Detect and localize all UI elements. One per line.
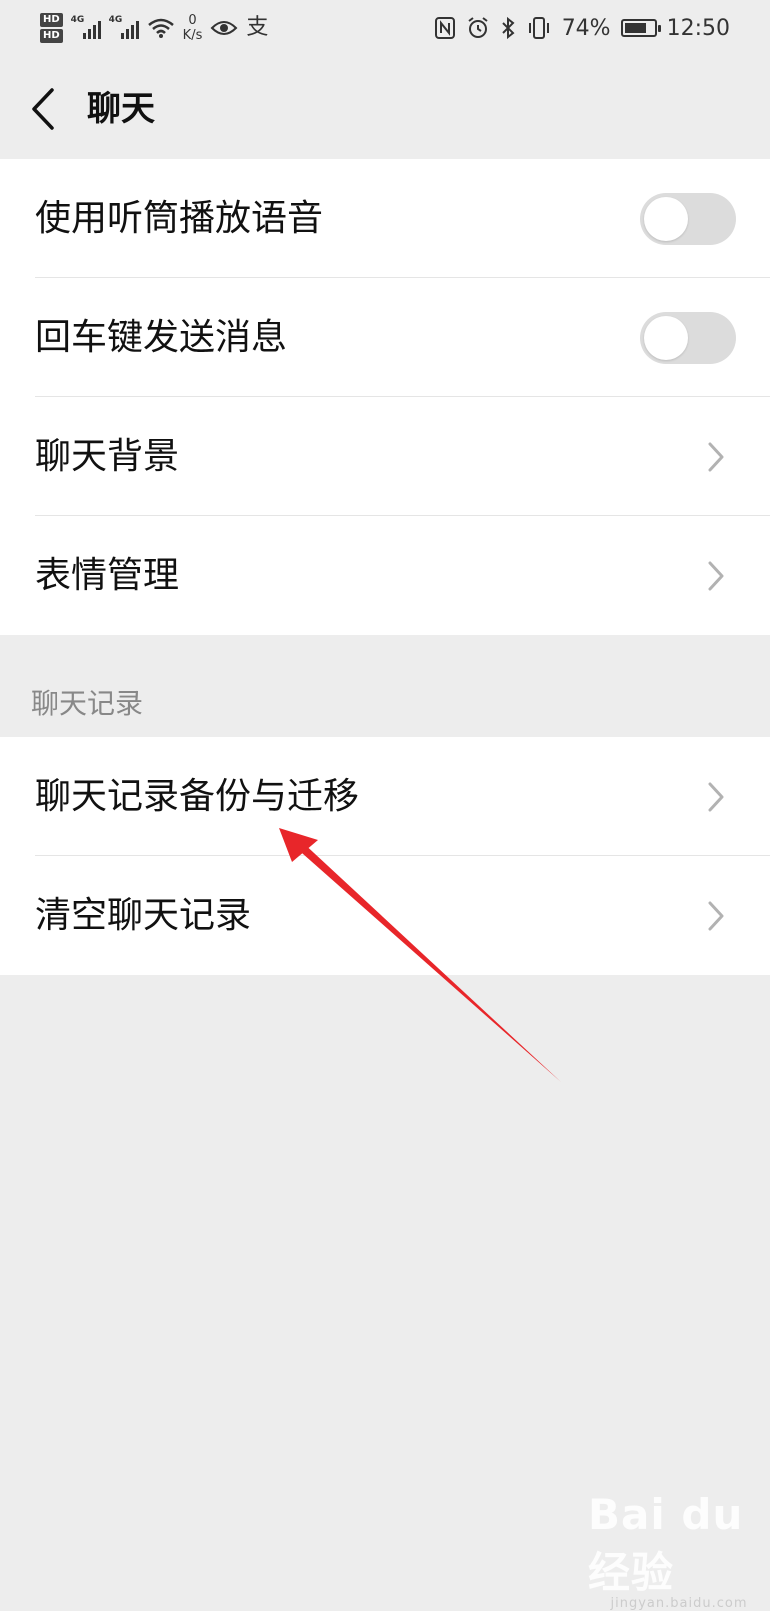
baidu-watermark: Bai du 经验 jingyan.baidu.com	[588, 1490, 770, 1611]
clock: 12:50	[666, 15, 730, 41]
battery-percent: 74%	[561, 15, 611, 41]
chevron-right-icon	[708, 561, 724, 591]
network-type-2: 4G	[108, 15, 123, 25]
hd-badge-2: HD	[40, 29, 63, 43]
setting-row-sticker-management[interactable]: 表情管理	[0, 516, 770, 635]
status-bar: HD HD 4G 4G 0 K/s 支 74% 12:50	[0, 0, 770, 58]
signal-1-icon: 4G	[70, 15, 101, 39]
network-speed: 0 K/s	[183, 13, 203, 43]
status-bar-left: HD HD 4G 4G 0 K/s 支	[40, 8, 268, 48]
section-title-chat-history: 聊天记录	[31, 687, 144, 720]
setting-label-enter-send: 回车键发送消息	[35, 317, 288, 358]
hd-indicators: HD HD	[40, 13, 63, 43]
hd-badge-1: HD	[40, 13, 63, 27]
setting-label-chat-background: 聊天背景	[35, 436, 180, 477]
settings-group-chat-history: 聊天记录备份与迁移 清空聊天记录	[0, 737, 770, 975]
setting-label-sticker-management: 表情管理	[35, 555, 180, 596]
eye-icon	[210, 21, 238, 35]
battery-icon	[620, 19, 661, 37]
vibrate-icon	[528, 17, 549, 39]
watermark-text: Bai du 经验	[588, 1490, 744, 1597]
setting-row-chat-background[interactable]: 聊天背景	[0, 397, 770, 516]
enter-send-toggle[interactable]	[640, 312, 736, 364]
setting-row-enter-send[interactable]: 回车键发送消息	[0, 278, 770, 397]
network-type-1: 4G	[70, 15, 85, 25]
chevron-right-icon	[708, 782, 724, 812]
toggle-knob	[644, 316, 688, 360]
network-speed-value: 0	[188, 13, 197, 28]
alipay-icon: 支	[246, 15, 269, 40]
nfc-icon	[434, 17, 455, 39]
status-bar-right: 74% 12:50	[434, 12, 730, 44]
setting-label-earpiece: 使用听筒播放语音	[35, 198, 324, 239]
back-arrow-icon[interactable]	[28, 86, 58, 132]
setting-row-clear-history[interactable]: 清空聊天记录	[0, 856, 770, 975]
toggle-knob	[644, 197, 688, 241]
signal-2-icon: 4G	[108, 15, 139, 39]
page-title: 聊天	[87, 89, 155, 129]
chevron-right-icon	[708, 442, 724, 472]
alarm-icon	[468, 17, 488, 38]
earpiece-toggle[interactable]	[640, 193, 736, 245]
chevron-right-icon	[708, 901, 724, 931]
setting-label-clear-history: 清空聊天记录	[35, 895, 252, 936]
wifi-icon	[147, 18, 174, 38]
battery-fill	[624, 23, 646, 33]
setting-row-backup-migrate[interactable]: 聊天记录备份与迁移	[0, 737, 770, 856]
bluetooth-icon	[501, 16, 515, 40]
settings-group-chat: 使用听筒播放语音 回车键发送消息 聊天背景 表情管理	[0, 159, 770, 635]
network-speed-unit: K/s	[182, 28, 203, 43]
setting-label-backup-migrate: 聊天记录备份与迁移	[35, 776, 360, 817]
watermark-sub: jingyan.baidu.com	[610, 1596, 748, 1611]
setting-row-earpiece[interactable]: 使用听筒播放语音	[0, 159, 770, 278]
top-nav-bar: 聊天	[0, 58, 770, 159]
